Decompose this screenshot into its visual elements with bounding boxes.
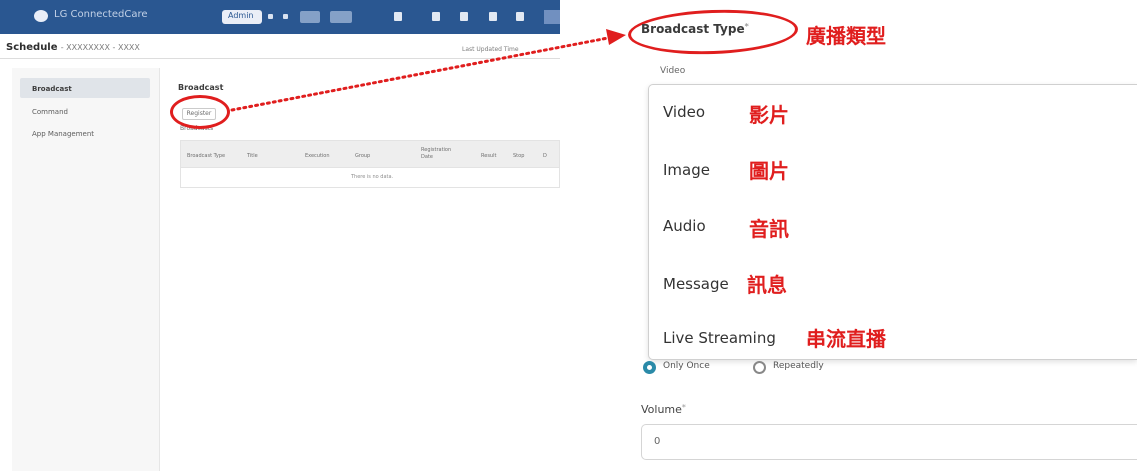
register-highlight-circle xyxy=(170,95,230,129)
radio-repeatedly[interactable] xyxy=(753,361,766,374)
option-live-streaming-chinese: 串流直播 xyxy=(806,327,886,351)
option-message-chinese: 訊息 xyxy=(747,273,787,297)
broadcast-type-chinese-label: 廣播類型 xyxy=(806,24,886,48)
option-image[interactable]: Image xyxy=(663,161,710,179)
repeat-radio-group: Only Once Repeatedly xyxy=(641,358,941,376)
option-audio[interactable]: Audio xyxy=(663,217,706,235)
option-video[interactable]: Video xyxy=(663,103,705,121)
radio-only-once[interactable] xyxy=(643,361,656,374)
radio-only-once-label[interactable]: Only Once xyxy=(663,361,710,371)
broadcast-type-dropdown: Video 影片 Image 圖片 Audio 音訊 Message 訊息 Li… xyxy=(648,84,1137,360)
option-live-streaming[interactable]: Live Streaming xyxy=(663,329,776,347)
option-video-chinese: 影片 xyxy=(749,103,789,127)
option-audio-chinese: 音訊 xyxy=(749,217,789,241)
arrowhead-icon xyxy=(606,29,626,45)
volume-label-text: Volume xyxy=(641,403,682,416)
volume-value: 0 xyxy=(654,436,661,447)
option-message[interactable]: Message xyxy=(663,275,729,293)
broadcast-type-label: Broadcast Type* xyxy=(641,22,749,36)
volume-input[interactable]: 0 xyxy=(641,424,1137,460)
required-marker: * xyxy=(744,22,749,31)
required-marker: * xyxy=(681,403,686,412)
thumbnail-shade xyxy=(0,0,560,471)
option-image-chinese: 圖片 xyxy=(749,159,789,183)
left-screenshot: LG ConnectedCare Admin Schedule - XXXXXX… xyxy=(0,0,560,471)
broadcast-type-select[interactable]: Video xyxy=(660,66,685,76)
radio-repeatedly-label[interactable]: Repeatedly xyxy=(773,361,824,371)
volume-label: Volume* xyxy=(641,403,686,416)
broadcast-type-label-text: Broadcast Type xyxy=(641,22,745,36)
